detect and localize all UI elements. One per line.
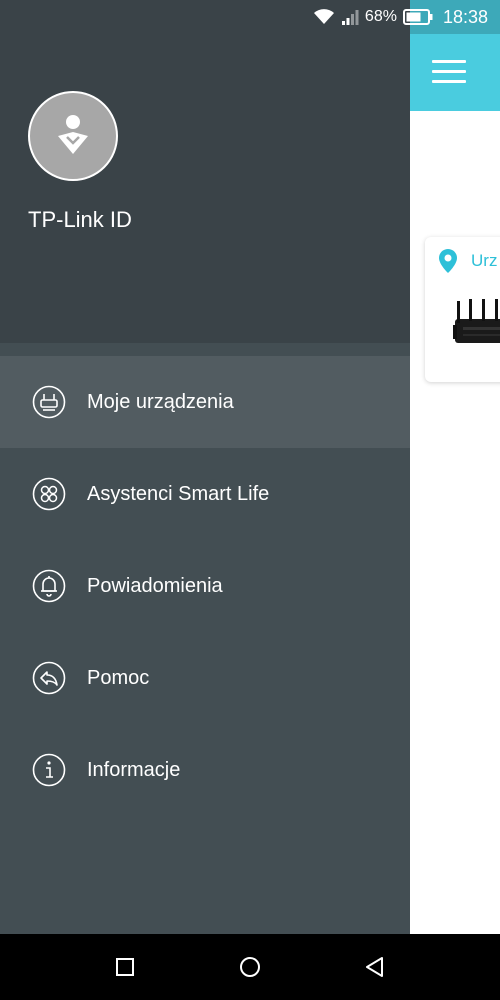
signal-icon xyxy=(341,10,359,25)
smart-life-icon xyxy=(32,477,66,511)
help-icon xyxy=(32,661,66,695)
status-bar: 68% 18:38 xyxy=(0,0,500,34)
recent-apps-icon[interactable] xyxy=(111,953,139,981)
menu-item-label: Asystenci Smart Life xyxy=(87,482,270,505)
menu-item-notifications[interactable]: Powiadomienia xyxy=(0,540,410,632)
back-icon[interactable] xyxy=(361,953,389,981)
avatar[interactable] xyxy=(28,91,118,181)
menu-item-info[interactable]: Informacje xyxy=(0,724,410,816)
battery-percent: 68% xyxy=(364,8,397,25)
card-location-label: Urz xyxy=(471,251,498,270)
info-icon xyxy=(32,753,66,787)
menu-item-smart-life[interactable]: Asystenci Smart Life xyxy=(0,448,410,540)
status-time: 18:38 xyxy=(442,6,488,27)
drawer-menu: Moje urządzenia Asystenci Smart Life Pow… xyxy=(0,356,410,816)
account-name[interactable]: TP-Link ID xyxy=(28,207,132,233)
menu-item-help[interactable]: Pomoc xyxy=(0,632,410,724)
bell-icon xyxy=(32,569,66,603)
menu-item-label: Pomoc xyxy=(87,666,150,689)
device-card[interactable]: Urz xyxy=(425,237,500,382)
menu-item-label: Powiadomienia xyxy=(87,574,223,597)
menu-item-label: Informacje xyxy=(87,758,181,781)
hamburger-menu-icon[interactable] xyxy=(432,60,466,84)
menu-item-label: Moje urządzenia xyxy=(87,390,234,413)
location-pin-icon xyxy=(439,249,457,273)
navigation-drawer: TP-Link ID Moje urządzenia Asystenci Sma… xyxy=(0,34,410,934)
system-navigation-bar xyxy=(0,934,500,1000)
battery-icon xyxy=(402,9,433,25)
wifi-icon xyxy=(313,9,334,24)
menu-item-my-devices[interactable]: Moje urządzenia xyxy=(0,356,410,448)
router-icon xyxy=(32,385,66,419)
user-icon xyxy=(58,115,88,154)
drawer-header: TP-Link ID xyxy=(0,34,410,343)
router-image xyxy=(453,299,500,343)
home-icon[interactable] xyxy=(236,953,264,981)
